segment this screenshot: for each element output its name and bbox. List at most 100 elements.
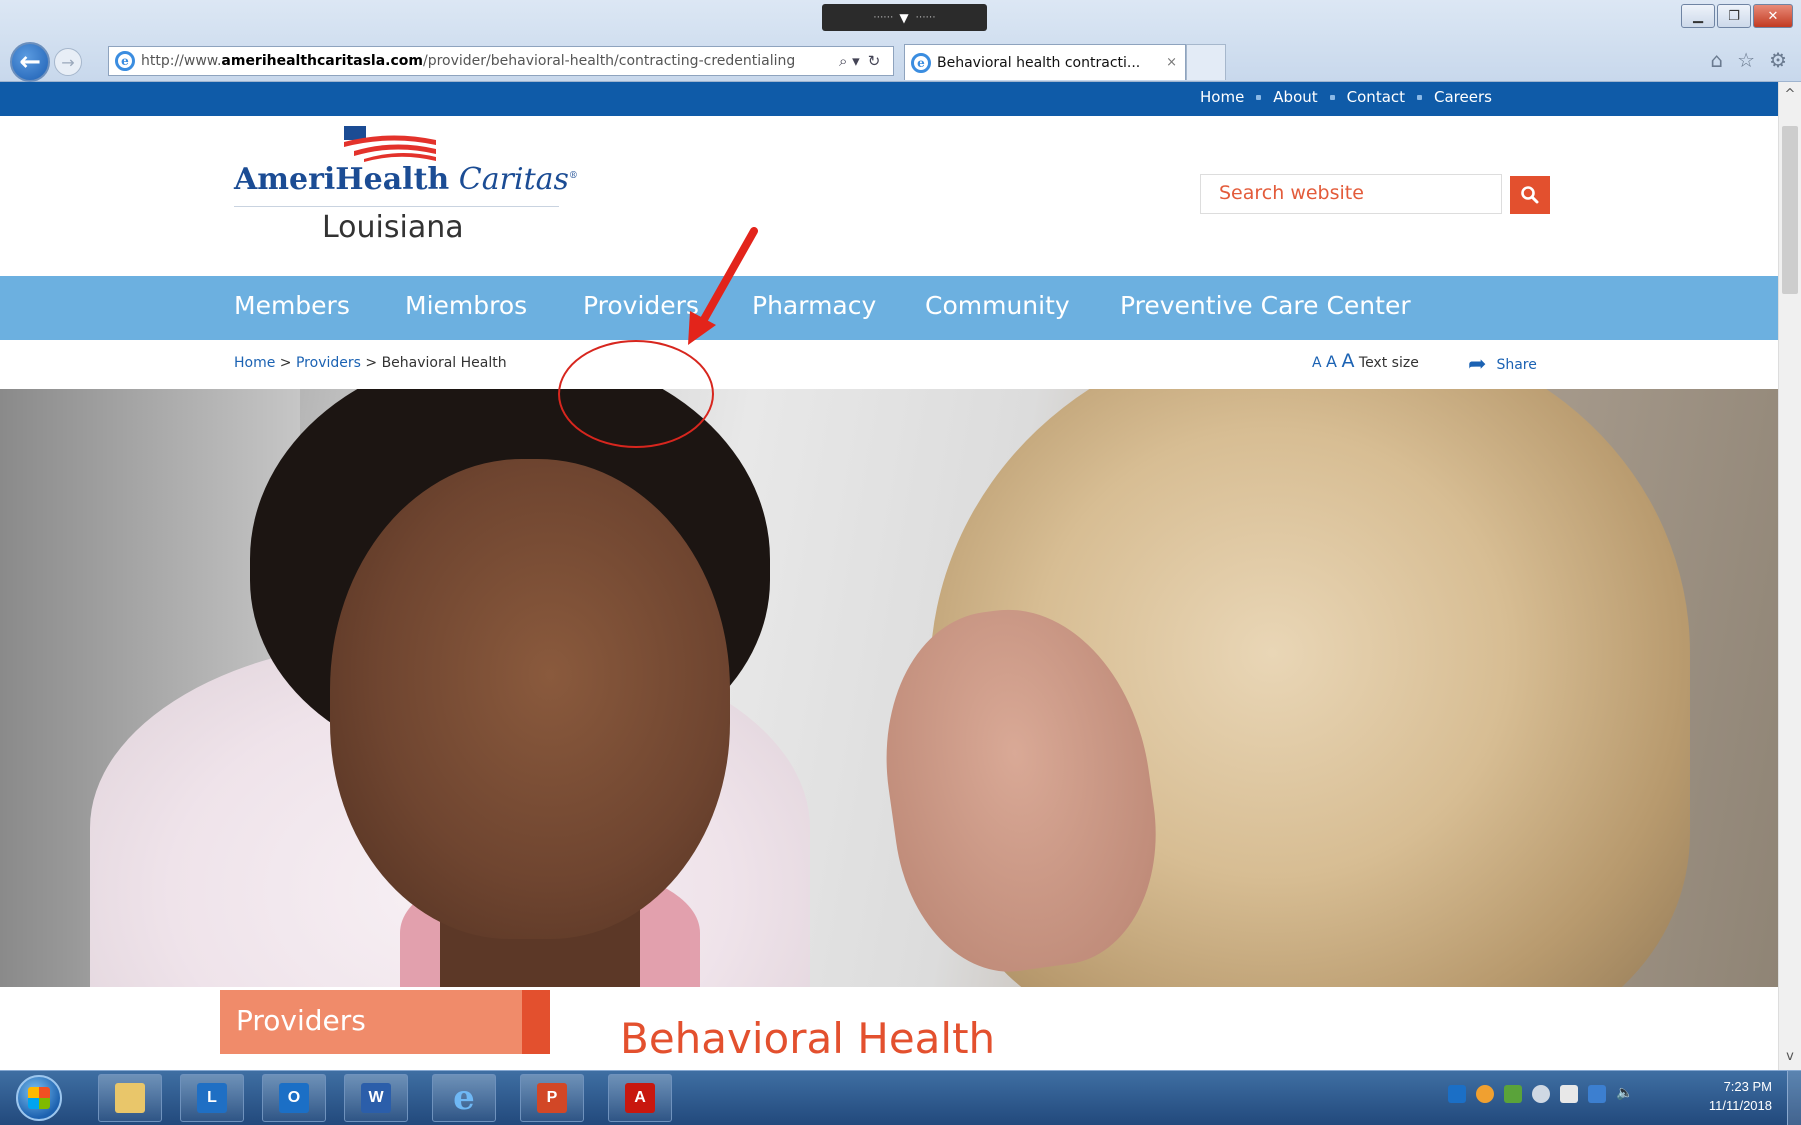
system-clock[interactable]: 7:23 PM 11/11/2018: [1700, 1077, 1772, 1115]
url-text[interactable]: http://www.amerihealthcaritasla.com/prov…: [141, 53, 831, 69]
annotation-circle: [558, 340, 714, 448]
close-button[interactable]: ✕: [1753, 4, 1793, 28]
nav-pharmacy[interactable]: Pharmacy: [752, 291, 876, 320]
taskbar-internet-explorer[interactable]: e: [432, 1074, 496, 1122]
side-tab-label: Providers: [236, 1004, 366, 1037]
text-size-control: A A A Text size: [1312, 350, 1419, 372]
text-size-label: Text size: [1358, 355, 1419, 371]
text-size-large[interactable]: A: [1341, 350, 1354, 372]
clock-time: 7:23 PM: [1723, 1079, 1772, 1094]
breadcrumb-providers[interactable]: Providers: [296, 355, 361, 371]
side-tab-edge: [522, 990, 550, 1054]
hero-face: [330, 459, 730, 939]
share-label: Share: [1496, 356, 1537, 373]
tray-outlook-icon[interactable]: [1448, 1085, 1466, 1103]
annotation-arrow-icon: [688, 227, 758, 345]
word-icon: W: [361, 1083, 391, 1113]
scroll-down-icon[interactable]: v: [1779, 1046, 1801, 1068]
section-side-tab[interactable]: Providers: [220, 990, 550, 1054]
utility-link-about[interactable]: About: [1273, 88, 1317, 106]
lync-icon: L: [197, 1083, 227, 1113]
new-tab-button[interactable]: [1186, 44, 1226, 80]
breadcrumb: Home > Providers > Behavioral Health: [234, 355, 507, 371]
settings-gear-icon[interactable]: ⚙: [1769, 48, 1787, 72]
search-icon: [1521, 186, 1539, 204]
tray-display-icon[interactable]: [1588, 1085, 1606, 1103]
utility-nav: Home About Contact Careers: [1200, 88, 1492, 106]
favorites-star-icon[interactable]: ☆: [1737, 48, 1755, 72]
browser-tab-active[interactable]: e Behavioral health contracti... ×: [904, 44, 1186, 80]
flag-logo-icon: [344, 126, 436, 162]
utility-link-home[interactable]: Home: [1200, 88, 1244, 106]
home-icon[interactable]: ⌂: [1710, 48, 1723, 72]
tab-title: Behavioral health contracti...: [937, 54, 1141, 71]
taskbar-outlook[interactable]: O: [262, 1074, 326, 1122]
system-tray: 🔈: [1448, 1085, 1634, 1103]
taskbar-word[interactable]: W: [344, 1074, 408, 1122]
back-button[interactable]: ←: [10, 42, 50, 82]
outlook-icon: O: [279, 1083, 309, 1113]
nav-preventive-care-center[interactable]: Preventive Care Center: [1120, 291, 1411, 320]
brand-state: Louisiana: [322, 210, 464, 245]
nav-community[interactable]: Community: [925, 291, 1070, 320]
acrobat-icon: A: [625, 1083, 655, 1113]
fullscreen-grip[interactable]: ⋯⋯ ▼ ⋯⋯: [822, 4, 987, 31]
address-bar[interactable]: e http://www.amerihealthcaritasla.com/pr…: [108, 46, 894, 76]
screen: ⋯⋯ ▼ ⋯⋯ ▁ ❐ ✕ ← → e http://www.ameriheal…: [0, 0, 1801, 1125]
search-input[interactable]: Search website: [1200, 174, 1502, 214]
page-heading: Behavioral Health: [620, 1014, 996, 1063]
restore-button[interactable]: ❐: [1717, 4, 1751, 28]
scroll-thumb[interactable]: [1782, 126, 1798, 294]
show-desktop-button[interactable]: [1787, 1071, 1801, 1125]
utility-separator: [1256, 94, 1262, 100]
text-size-medium[interactable]: A: [1326, 352, 1337, 371]
start-button[interactable]: [16, 1075, 62, 1121]
scroll-up-icon[interactable]: ^: [1779, 84, 1801, 106]
ie-page-icon: e: [115, 51, 135, 71]
tray-network-icon[interactable]: [1532, 1085, 1550, 1103]
tray-printer-icon[interactable]: [1560, 1085, 1578, 1103]
share-button[interactable]: ➦ Share: [1468, 352, 1537, 377]
utility-separator: [1417, 94, 1423, 100]
text-size-small[interactable]: A: [1312, 355, 1322, 371]
nav-members[interactable]: Members: [234, 291, 350, 320]
window-controls: ▁ ❐ ✕: [1681, 4, 1793, 28]
site-logo[interactable]: AmeriHealth Caritas® Louisiana: [234, 126, 578, 256]
forward-button[interactable]: →: [54, 48, 82, 76]
tray-security-icon[interactable]: [1504, 1085, 1522, 1103]
grip-arrow-icon: ▼: [899, 10, 910, 25]
utility-link-contact[interactable]: Contact: [1347, 88, 1405, 106]
minimize-button[interactable]: ▁: [1681, 4, 1715, 28]
utility-separator: [1329, 94, 1335, 100]
taskbar-lync[interactable]: L: [180, 1074, 244, 1122]
ie-icon: e: [453, 1078, 475, 1118]
browser-tools: ⌂ ☆ ⚙: [1710, 48, 1787, 72]
address-tools: ⌕ ▾ ↻: [839, 52, 880, 70]
hero-photo: [0, 389, 1778, 987]
browser-chrome: ⋯⋯ ▼ ⋯⋯ ▁ ❐ ✕ ← → e http://www.ameriheal…: [0, 0, 1801, 82]
utility-link-careers[interactable]: Careers: [1434, 88, 1492, 106]
web-page: Home About Contact Careers AmeriHealth C…: [0, 82, 1778, 1070]
taskbar-acrobat[interactable]: A: [608, 1074, 672, 1122]
address-search-icon[interactable]: ⌕ ▾: [839, 52, 860, 70]
folder-icon: [115, 1083, 145, 1113]
tab-close-icon[interactable]: ×: [1166, 55, 1177, 70]
utility-bar: Home About Contact Careers: [0, 82, 1778, 116]
brand-name: AmeriHealth Caritas®: [234, 162, 578, 197]
search-button[interactable]: [1510, 176, 1550, 214]
tab-ie-icon: e: [911, 52, 931, 73]
page-scrollbar[interactable]: ^ v: [1778, 82, 1801, 1070]
taskbar-file-explorer[interactable]: [98, 1074, 162, 1122]
tray-sync-icon[interactable]: [1476, 1085, 1494, 1103]
logo-divider: [234, 206, 559, 207]
taskbar-powerpoint[interactable]: P: [520, 1074, 584, 1122]
refresh-icon[interactable]: ↻: [868, 52, 881, 70]
powerpoint-icon: P: [537, 1083, 567, 1113]
windows-logo-icon: [28, 1087, 50, 1109]
breadcrumb-current: Behavioral Health: [381, 355, 507, 371]
tray-volume-icon[interactable]: 🔈: [1616, 1085, 1634, 1103]
breadcrumb-home[interactable]: Home: [234, 355, 275, 371]
nav-miembros[interactable]: Miembros: [405, 291, 527, 320]
taskbar: L O W e P A 🔈 7:23 PM 11/11/2018: [0, 1070, 1801, 1125]
main-nav: Members Miembros Providers Pharmacy Comm…: [0, 276, 1778, 340]
